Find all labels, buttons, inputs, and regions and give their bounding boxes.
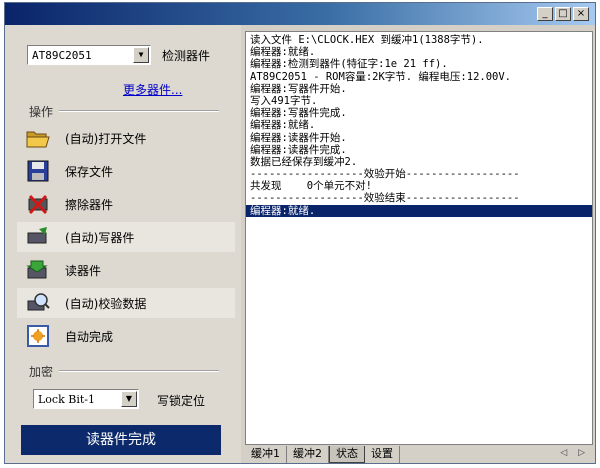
read-chip-icon xyxy=(25,258,51,282)
action-verify-data-label: (自动)校验数据 xyxy=(65,296,147,311)
log-line: ------------------效验结束------------------ xyxy=(250,192,520,205)
encrypt-divider xyxy=(59,370,219,372)
log-line: 写入491字节. xyxy=(250,94,318,107)
title-bar: _ □ × xyxy=(5,3,595,25)
more-devices-link[interactable]: 更多器件... xyxy=(123,81,182,98)
action-erase-device-label: 擦除器件 xyxy=(65,197,114,212)
action-auto-complete-label: 自动完成 xyxy=(65,329,114,344)
action-write-device[interactable]: (自动)写器件 xyxy=(17,222,235,252)
write-lock-bit-button[interactable]: 写锁定位 xyxy=(157,392,205,409)
tab-settings[interactable]: 设置 xyxy=(365,446,400,463)
tab-scroll-arrows[interactable]: ◁ ▷ xyxy=(560,448,589,458)
minimize-button[interactable]: _ xyxy=(537,7,553,21)
log-line: 数据已经保存到缓冲2. xyxy=(250,155,358,168)
tab-status[interactable]: 状态 xyxy=(329,446,365,463)
tab-buffer-1[interactable]: 缓冲1 xyxy=(245,446,287,463)
log-line: 编程器:写器件开始. xyxy=(250,82,347,95)
action-auto-complete[interactable]: 自动完成 xyxy=(17,321,235,351)
action-write-device-label: (自动)写器件 xyxy=(65,230,135,245)
maximize-button[interactable]: □ xyxy=(555,7,571,21)
action-open-file[interactable]: (自动)打开文件 xyxy=(17,123,235,153)
output-log[interactable]: 读入文件 E:\CLOCK.HEX 到缓冲1(1388字节). 编程器:就绪. 编程… xyxy=(245,31,593,445)
open-folder-icon xyxy=(25,126,51,150)
operations-section-label: 操作 xyxy=(29,105,54,119)
operations-divider xyxy=(59,110,219,112)
buffer-tabs: 缓冲1 缓冲2 状态 设置 ◁ ▷ xyxy=(245,445,593,463)
log-line: 编程器:写器件完成. xyxy=(250,107,347,120)
action-erase-device[interactable]: 擦除器件 xyxy=(17,189,235,219)
log-line: 编程器:检测到器件(特征字:1e 21 ff). xyxy=(250,58,448,71)
erase-chip-icon xyxy=(25,192,51,216)
status-indicator: 读器件完成 xyxy=(21,425,221,455)
close-button[interactable]: × xyxy=(573,7,589,21)
write-chip-icon xyxy=(25,225,51,249)
log-line: 编程器:就绪. xyxy=(250,46,316,59)
log-line: AT89C2051 - ROM容量:2K字节. 编程电压:12.00V. xyxy=(250,70,512,83)
log-line: 编程器:读器件开始. xyxy=(250,131,347,144)
device-select-value: AT89C2051 xyxy=(32,49,92,62)
action-verify-data[interactable]: (自动)校验数据 xyxy=(17,288,235,318)
device-select[interactable]: AT89C2051 ▼ xyxy=(27,45,151,65)
encrypt-section-label: 加密 xyxy=(29,365,54,379)
log-line: 编程器:就绪. xyxy=(250,119,316,132)
left-panel: AT89C2051 ▼ 检测器件 更多器件... 操作 (自动)打开文件 保存文… xyxy=(5,25,241,463)
log-line: ------------------效验开始------------------ xyxy=(250,168,520,181)
lock-bit-value: Lock Bit-1 xyxy=(38,393,95,406)
log-line: 编程器:就绪. xyxy=(246,204,592,217)
lock-bit-select[interactable]: Lock Bit-1 ▼ xyxy=(33,389,139,409)
tab-buffer-2[interactable]: 缓冲2 xyxy=(287,446,329,463)
action-read-device[interactable]: 读器件 xyxy=(17,255,235,285)
chevron-down-icon[interactable]: ▼ xyxy=(133,47,149,63)
log-line: 共发现 0个单元不对! xyxy=(250,180,372,193)
action-open-file-label: (自动)打开文件 xyxy=(65,131,147,146)
detect-device-button[interactable]: 检测器件 xyxy=(162,47,210,64)
log-line: 编程器:读器件完成. xyxy=(250,143,347,156)
action-read-device-label: 读器件 xyxy=(65,263,102,278)
action-save-file-label: 保存文件 xyxy=(65,164,114,179)
log-line: 读入文件 E:\CLOCK.HEX 到缓冲1(1388字节). xyxy=(250,34,484,46)
save-disk-icon xyxy=(25,159,51,183)
chevron-down-icon[interactable]: ▼ xyxy=(121,391,137,407)
programmer-window: _ □ × AT89C2051 ▼ 检测器件 更多器件... 操作 (自动)打开… xyxy=(4,2,596,464)
auto-complete-icon xyxy=(25,324,51,348)
action-save-file[interactable]: 保存文件 xyxy=(17,156,235,186)
verify-chip-icon xyxy=(25,291,51,315)
